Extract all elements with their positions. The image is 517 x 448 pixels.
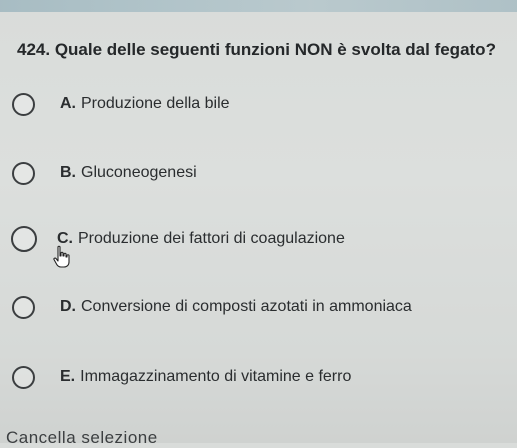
question-text: Quale delle seguenti funzioni NON è svol… — [54, 40, 496, 59]
option-text-b: Gluconeogenesi — [81, 164, 197, 181]
option-text-a: Produzione della bile — [81, 95, 230, 112]
option-label-d: D. Conversione di composti azotati in amm… — [60, 298, 412, 316]
top-edge-strip — [0, 0, 517, 12]
question-number: 424. — [17, 40, 51, 59]
option-letter-a: A. — [60, 95, 76, 112]
radio-button-a[interactable] — [12, 92, 35, 116]
radio-button-d[interactable] — [12, 295, 35, 319]
option-label-b: B. Gluconeogenesi — [60, 164, 197, 182]
option-letter-b: B. — [60, 164, 76, 181]
option-text-d: Conversione di composti azotati in ammon… — [81, 298, 412, 315]
clear-selection-link[interactable]: Cancella selezione — [6, 428, 158, 448]
option-a[interactable]: A. Produzione della bile — [12, 88, 230, 120]
option-e[interactable]: E. Immagazzinamento di vitamine e ferro — [12, 361, 351, 393]
option-text-e: Immagazzinamento di vitamine e ferro — [80, 368, 352, 385]
option-letter-d: D. — [60, 298, 76, 315]
radio-button-b[interactable] — [12, 161, 35, 185]
option-label-a: A. Produzione della bile — [60, 95, 230, 113]
radio-button-e[interactable] — [12, 365, 35, 389]
radio-button-c[interactable] — [11, 226, 37, 252]
hand-pointer-icon — [53, 245, 70, 268]
option-label-e: E. Immagazzinamento di vitamine e ferro — [60, 368, 351, 386]
option-label-c: C. Produzione dei fattori di coagulazione — [57, 230, 345, 248]
option-text-c: Produzione dei fattori di coagulazione — [78, 230, 345, 247]
option-b[interactable]: B. Gluconeogenesi — [12, 157, 197, 189]
question-title: 424. Quale delle seguenti funzioni NON è… — [17, 40, 496, 60]
option-d[interactable]: D. Conversione di composti azotati in amm… — [12, 291, 412, 323]
option-letter-e: E. — [60, 368, 76, 385]
